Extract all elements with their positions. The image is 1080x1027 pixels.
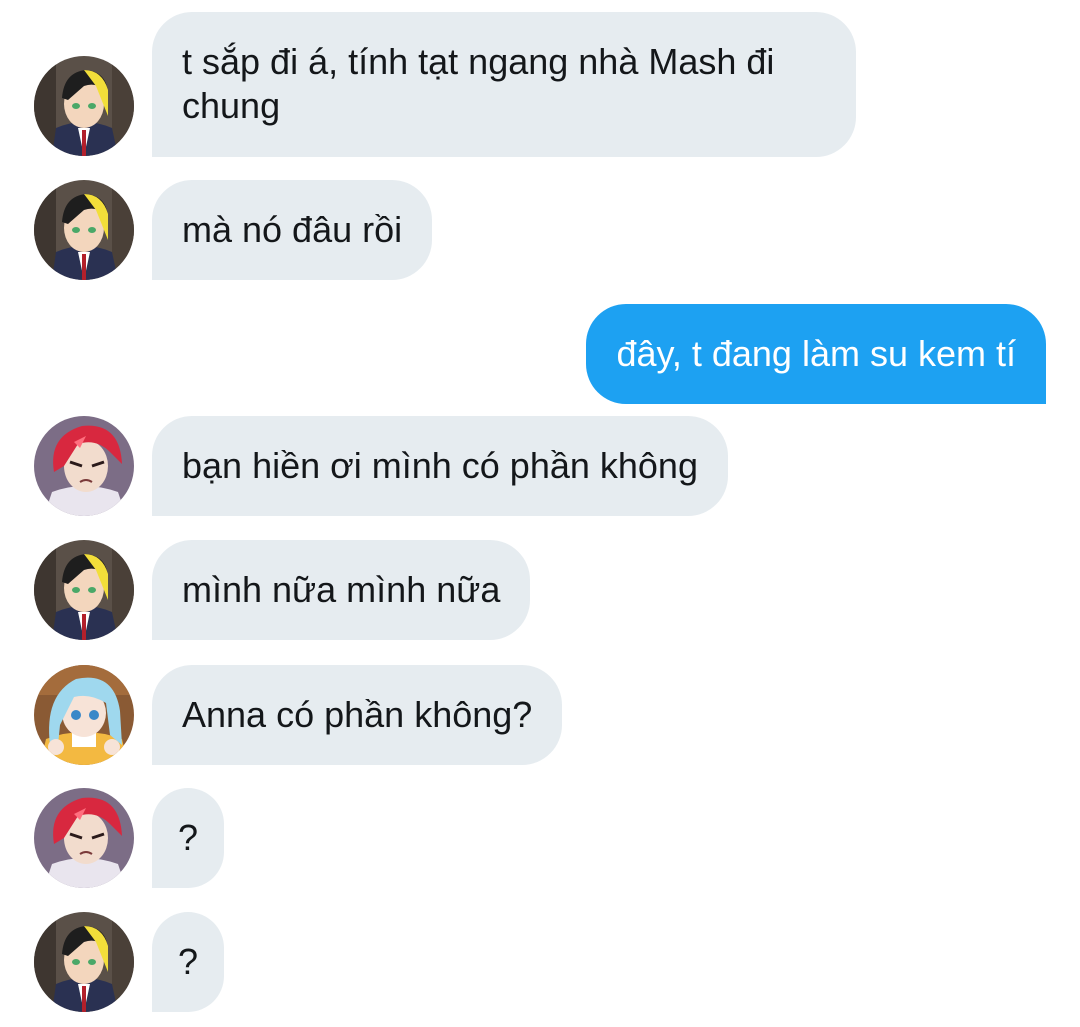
avatar-red-haired-boy-icon[interactable] [34,788,134,888]
message-bubble: mà nó đâu rồi [152,180,433,280]
message-bubble: mình nữa mình nữa [152,540,531,640]
avatar-green-eyed-boy-icon[interactable] [34,912,134,1012]
message-bubble: t sắp đi á, tính tạt ngang nhà Mash đi c… [152,12,856,157]
message-bubble: bạn hiền ơi mình có phần không [152,416,728,516]
message-bubble: Anna có phần không? [152,665,563,765]
avatar-green-eyed-boy-icon[interactable] [34,180,134,280]
avatar-green-eyed-boy-icon[interactable] [34,56,134,156]
avatar-green-eyed-boy-icon[interactable] [34,540,134,640]
message-bubble: ? [152,788,225,888]
avatar-blue-haired-girl-icon[interactable] [34,665,134,765]
message-bubble-outgoing: đây, t đang làm su kem tí [586,304,1046,404]
avatar-red-haired-boy-icon[interactable] [34,416,134,516]
message-bubble: ? [152,912,225,1012]
